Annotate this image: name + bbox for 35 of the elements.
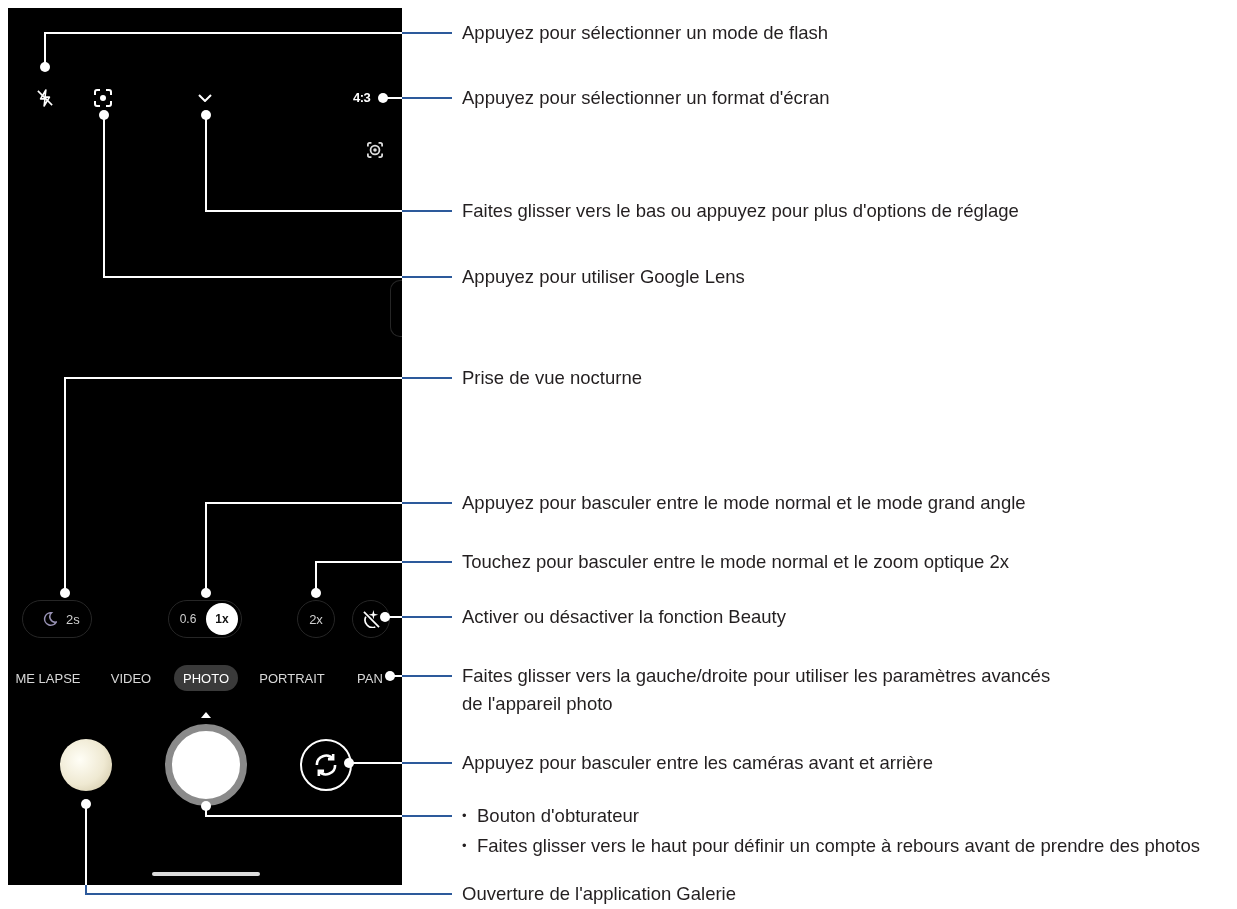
bullet-point: • — [462, 807, 468, 825]
callout-label: Faites glisser vers le haut pour définir un compte à rebours avant de prendre des photos — [477, 834, 1200, 858]
camera-mode-tab[interactable]: ME LAPSE — [6, 665, 90, 691]
callout-label: Prise de vue nocturne — [462, 366, 642, 390]
frame-circle-icon[interactable] — [367, 142, 383, 158]
callout-label: Appuyez pour basculer entre le mode normal et le mode grand angle — [462, 491, 1026, 515]
caret-up-icon — [201, 712, 211, 718]
zoom-option[interactable]: 0.6 — [177, 604, 199, 634]
night-timer: 2s — [66, 611, 80, 627]
callout-label: Faites glisser vers le bas ou appuyez pour plus d'options de réglage — [462, 199, 1019, 223]
callout-label: Touchez pour basculer entre le mode normal et le zoom optique 2x — [462, 550, 1010, 574]
callout-label: Appuyez pour sélectionner un mode de flash — [462, 21, 829, 45]
moon-icon — [43, 612, 57, 626]
sparkle-slash-icon — [362, 610, 380, 628]
camera-mode-tab[interactable]: PAN — [348, 665, 392, 691]
rotate-arrows-icon — [314, 752, 338, 778]
gallery-thumbnail[interactable] — [60, 739, 112, 791]
callout-label: Appuyez pour sélectionner un format d'écran — [462, 86, 830, 110]
callout-label: Bouton d'obturateur — [477, 804, 639, 828]
flash-off-icon[interactable] — [37, 89, 53, 107]
callout-label: Ouverture de l'application Galerie — [462, 882, 736, 906]
camera-mode-tab[interactable]: PORTRAIT — [250, 665, 334, 691]
chevron-down-icon[interactable] — [198, 94, 212, 102]
callout-label: Activer ou désactiver la fonction Beauty — [462, 605, 786, 629]
bullet-point: • — [462, 837, 468, 855]
callout-label: Faites glisser vers la gauche/droite pour utiliser les paramètres avancés de l'appareil photo — [462, 664, 1052, 716]
camera-mode-tab[interactable]: PHOTO — [174, 665, 238, 691]
callout-line — [385, 671, 453, 681]
callout-label: Appuyez pour basculer entre les caméras avant et arrière — [462, 751, 933, 775]
camera-mode-tab[interactable]: VIDEO — [101, 665, 161, 691]
side-handle[interactable] — [390, 280, 402, 337]
zoom-option[interactable]: 1x — [206, 603, 238, 635]
focus-frame-icon[interactable] — [94, 89, 112, 107]
aspect-ratio-button[interactable]: 4:3 — [353, 90, 371, 106]
callout-label: Appuyez pour utiliser Google Lens — [462, 265, 745, 289]
